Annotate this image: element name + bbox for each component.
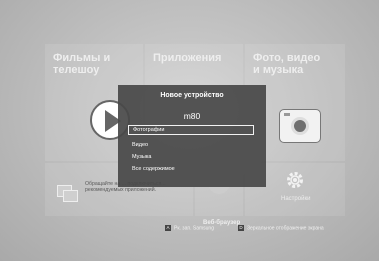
tile-films-title: Фильмы и телешоу — [53, 52, 111, 76]
key-a-badge: A — [165, 225, 171, 231]
footer-hint-a-text: Рк. зап. Samsung — [174, 225, 214, 232]
menu-item-music[interactable]: Музыка — [128, 152, 254, 162]
device-name: m80 — [183, 111, 201, 121]
camera-flash — [284, 113, 290, 116]
key-d-badge: D — [238, 225, 244, 231]
gear-icon — [287, 172, 303, 188]
recommended-apps-icon — [57, 185, 78, 202]
dialog-title: Новое устройство — [160, 92, 224, 99]
new-device-dialog: Новое устройство m80 Фотографии Видео Му… — [118, 85, 266, 187]
tile-apps-title: Приложения — [153, 52, 222, 64]
tile-photo-title: Фото, видео и музыка — [253, 52, 321, 76]
footer-hint-screen-mirroring[interactable]: D Зеркальное отображение экрана — [238, 225, 324, 231]
settings-label: Настройки — [281, 196, 311, 202]
footer-hint-samsung-record[interactable]: A Рк. зап. Samsung — [165, 225, 214, 231]
menu-item-all-content[interactable]: Все содержимое — [128, 164, 254, 174]
menu-item-video[interactable]: Видео — [128, 140, 254, 150]
footer-hint-d-text: Зеркальное отображение экрана — [247, 225, 324, 232]
camera-lens — [291, 117, 309, 135]
menu-item-photos[interactable]: Фотографии — [128, 125, 254, 135]
smart-hub-screen: Фильмы и телешоу Приложения Фото, видео … — [0, 0, 379, 261]
camera-icon — [279, 109, 321, 143]
